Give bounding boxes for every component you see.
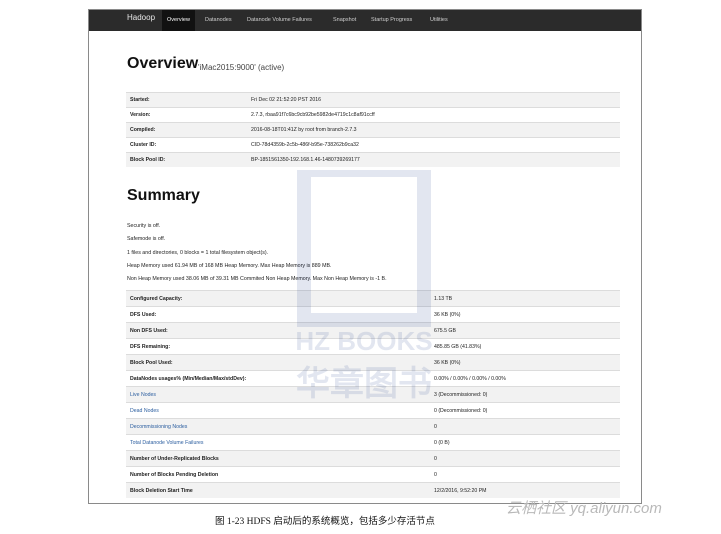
summary-heading: Summary <box>127 187 200 204</box>
table-row: DFS Used: 36 KB (0%) <box>126 306 620 323</box>
overview-heading: Overview <box>127 55 199 72</box>
table-row: Total Datanode Volume Failures 0 (0 B) <box>126 434 620 451</box>
row-value: 0 <box>430 450 620 467</box>
overview-table: Started: Fri Dec 02 21:52:20 PST 2016 Ver… <box>126 92 620 167</box>
row-value: 36 KB (0%) <box>430 354 620 371</box>
browser-window: Hadoop Overview Datanodes Datanode Volum… <box>88 9 642 504</box>
row-value: 0 (0 B) <box>430 434 620 451</box>
table-row: Started: Fri Dec 02 21:52:20 PST 2016 <box>126 92 620 108</box>
site-watermark: 云栖社区 yq.aliyun.com <box>506 500 662 517</box>
row-key: Compiled: <box>126 122 247 138</box>
volume-failures-link[interactable]: Total Datanode Volume Failures <box>126 434 430 451</box>
brand-logo[interactable]: Hadoop <box>127 13 155 22</box>
row-key: DataNodes usages% (Min/Median/Max/stdDev… <box>126 370 430 387</box>
row-value: 0.00% / 0.00% / 0.00% / 0.00% <box>430 370 620 387</box>
namenode-status: 'iMac2015:9000' (active) <box>198 63 285 72</box>
summary-line: Heap Memory used 61.94 MB of 168 MB Heap… <box>127 263 332 269</box>
table-row: Block Pool ID: BP-1851561350-192.168.1.46… <box>126 152 620 167</box>
summary-line: 1 files and directories, 0 blocks = 1 to… <box>127 250 269 256</box>
table-row: Dead Nodes 0 (Decommissioned: 0) <box>126 402 620 419</box>
row-value: 485.85 GB (41.83%) <box>430 338 620 355</box>
tab-snapshot[interactable]: Snapshot <box>328 10 361 31</box>
row-key: Cluster ID: <box>126 137 247 153</box>
row-value: Fri Dec 02 21:52:20 PST 2016 <box>247 92 620 108</box>
tab-datanode-volume-failures[interactable]: Datanode Volume Failures <box>242 10 317 31</box>
row-key: Non DFS Used: <box>126 322 430 339</box>
row-value: 675.5 GB <box>430 322 620 339</box>
row-key: Block Pool Used: <box>126 354 430 371</box>
dead-nodes-link[interactable]: Dead Nodes <box>126 402 430 419</box>
table-row: Non DFS Used: 675.5 GB <box>126 322 620 339</box>
row-key: Block Deletion Start Time <box>126 482 430 498</box>
row-value: 12/2/2016, 9:52:20 PM <box>430 482 620 498</box>
live-nodes-link[interactable]: Live Nodes <box>126 386 430 403</box>
table-row: Number of Under-Replicated Blocks 0 <box>126 450 620 467</box>
tab-startup-progress[interactable]: Startup Progress <box>366 10 417 31</box>
row-value: 0 <box>430 466 620 483</box>
row-key: Configured Capacity: <box>126 290 430 307</box>
table-row: Block Deletion Start Time 12/2/2016, 9:52… <box>126 482 620 498</box>
tab-utilities[interactable]: Utilities <box>425 10 453 31</box>
tab-datanodes[interactable]: Datanodes <box>200 10 237 31</box>
summary-line: Safemode is off. <box>127 236 166 242</box>
row-value: 2.7.3, rbaa91f7c6bc9cb92be5982de4719c1c8… <box>247 107 620 123</box>
figure-caption: 图 1-23 HDFS 启动后的系统概览，包括多少存活节点 <box>215 517 435 527</box>
table-row: Configured Capacity: 1.13 TB <box>126 290 620 307</box>
table-row: Number of Blocks Pending Deletion 0 <box>126 466 620 483</box>
row-key: Version: <box>126 107 247 123</box>
row-value: 36 KB (0%) <box>430 306 620 323</box>
table-row: Block Pool Used: 36 KB (0%) <box>126 354 620 371</box>
row-value: 0 <box>430 418 620 435</box>
row-key: Block Pool ID: <box>126 152 247 167</box>
row-value: 0 (Decommissioned: 0) <box>430 402 620 419</box>
row-key: Number of Blocks Pending Deletion <box>126 466 430 483</box>
row-value: 2016-08-18T01:41Z by root from branch-2.… <box>247 122 620 138</box>
table-row: Cluster ID: CID-78d4359b-2c5b-486f-b95e-7… <box>126 137 620 153</box>
top-navbar: Hadoop Overview Datanodes Datanode Volum… <box>89 10 641 31</box>
row-value: CID-78d4359b-2c5b-486f-b95e-738262b9ca32 <box>247 137 620 153</box>
row-key: DFS Remaining: <box>126 338 430 355</box>
table-row: DFS Remaining: 485.85 GB (41.83%) <box>126 338 620 355</box>
row-key: DFS Used: <box>126 306 430 323</box>
decommissioning-nodes-link[interactable]: Decommissioning Nodes <box>126 418 430 435</box>
row-key: Number of Under-Replicated Blocks <box>126 450 430 467</box>
row-value: BP-1851561350-192.168.1.46-1480739269177 <box>247 152 620 167</box>
table-row: DataNodes usages% (Min/Median/Max/stdDev… <box>126 370 620 387</box>
summary-line: Non Heap Memory used 38.06 MB of 39.31 M… <box>127 276 387 282</box>
table-row: Version: 2.7.3, rbaa91f7c6bc9cb92be5982de… <box>126 107 620 123</box>
table-row: Decommissioning Nodes 0 <box>126 418 620 435</box>
table-row: Compiled: 2016-08-18T01:41Z by root from … <box>126 122 620 138</box>
row-value: 3 (Decommissioned: 0) <box>430 386 620 403</box>
row-value: 1.13 TB <box>430 290 620 307</box>
summary-table: Configured Capacity: 1.13 TB DFS Used: 36 … <box>126 290 620 498</box>
tab-overview[interactable]: Overview <box>162 10 195 31</box>
summary-line: Security is off. <box>127 223 161 229</box>
row-key: Started: <box>126 92 247 108</box>
table-row: Live Nodes 3 (Decommissioned: 0) <box>126 386 620 403</box>
